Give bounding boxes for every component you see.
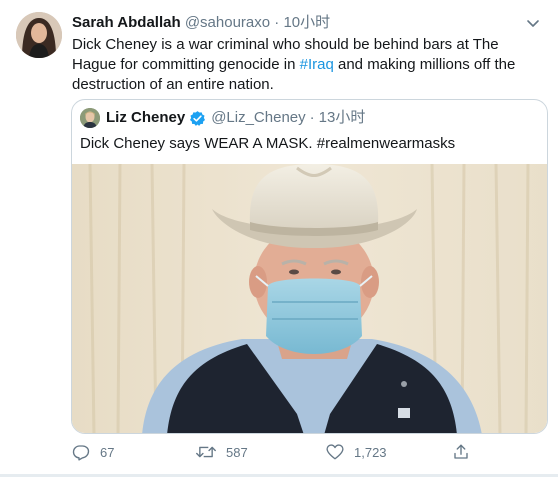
quoted-tweet-header: Liz Cheney @Liz_Cheney · 13小时 [106, 109, 365, 127]
quoted-author-name[interactable]: Liz Cheney [106, 109, 185, 127]
quoted-author-avatar[interactable] [80, 108, 100, 128]
reply-button[interactable]: 67 [72, 442, 114, 462]
like-button[interactable]: 1,723 [326, 442, 387, 462]
retweet-button[interactable]: 587 [196, 442, 248, 462]
quoted-tweet[interactable]: Liz Cheney @Liz_Cheney · 13小时 Dick Chene… [71, 99, 548, 434]
like-count: 1,723 [354, 444, 387, 460]
author-name[interactable]: Sarah Abdallah [72, 14, 181, 31]
quoted-tweet-photo[interactable] [72, 163, 547, 433]
reply-count: 67 [100, 444, 115, 460]
like-icon [326, 443, 344, 461]
quoted-separator-dot: · [309, 109, 315, 126]
quoted-author-handle[interactable]: @Liz_Cheney [211, 109, 305, 127]
tweet-header: Sarah Abdallah @sahouraxo · 10小时 [72, 14, 330, 32]
retweet-icon [196, 443, 216, 461]
tweet-text: Dick Cheney is a war criminal who should… [72, 35, 544, 95]
author-avatar[interactable] [16, 12, 62, 58]
reply-icon [72, 443, 90, 461]
share-icon [452, 443, 470, 461]
verified-badge-icon [189, 110, 206, 127]
tweet-action-bar: 67 587 1,723 [72, 442, 492, 462]
hashtag-link[interactable]: #Iraq [300, 56, 334, 73]
chevron-down-icon[interactable] [524, 14, 542, 32]
tweet-card[interactable]: Sarah Abdallah @sahouraxo · 10小时 Dick Ch… [0, 0, 558, 477]
quoted-tweet-text: Dick Cheney says WEAR A MASK. #realmenwe… [80, 135, 456, 152]
tweet-timestamp[interactable]: 10小时 [283, 14, 330, 31]
quoted-tweet-timestamp[interactable]: 13小时 [319, 109, 366, 127]
retweet-count: 587 [226, 444, 248, 460]
share-button[interactable] [452, 442, 470, 462]
author-handle[interactable]: @sahouraxo [185, 14, 270, 31]
separator-dot: · [274, 14, 280, 31]
